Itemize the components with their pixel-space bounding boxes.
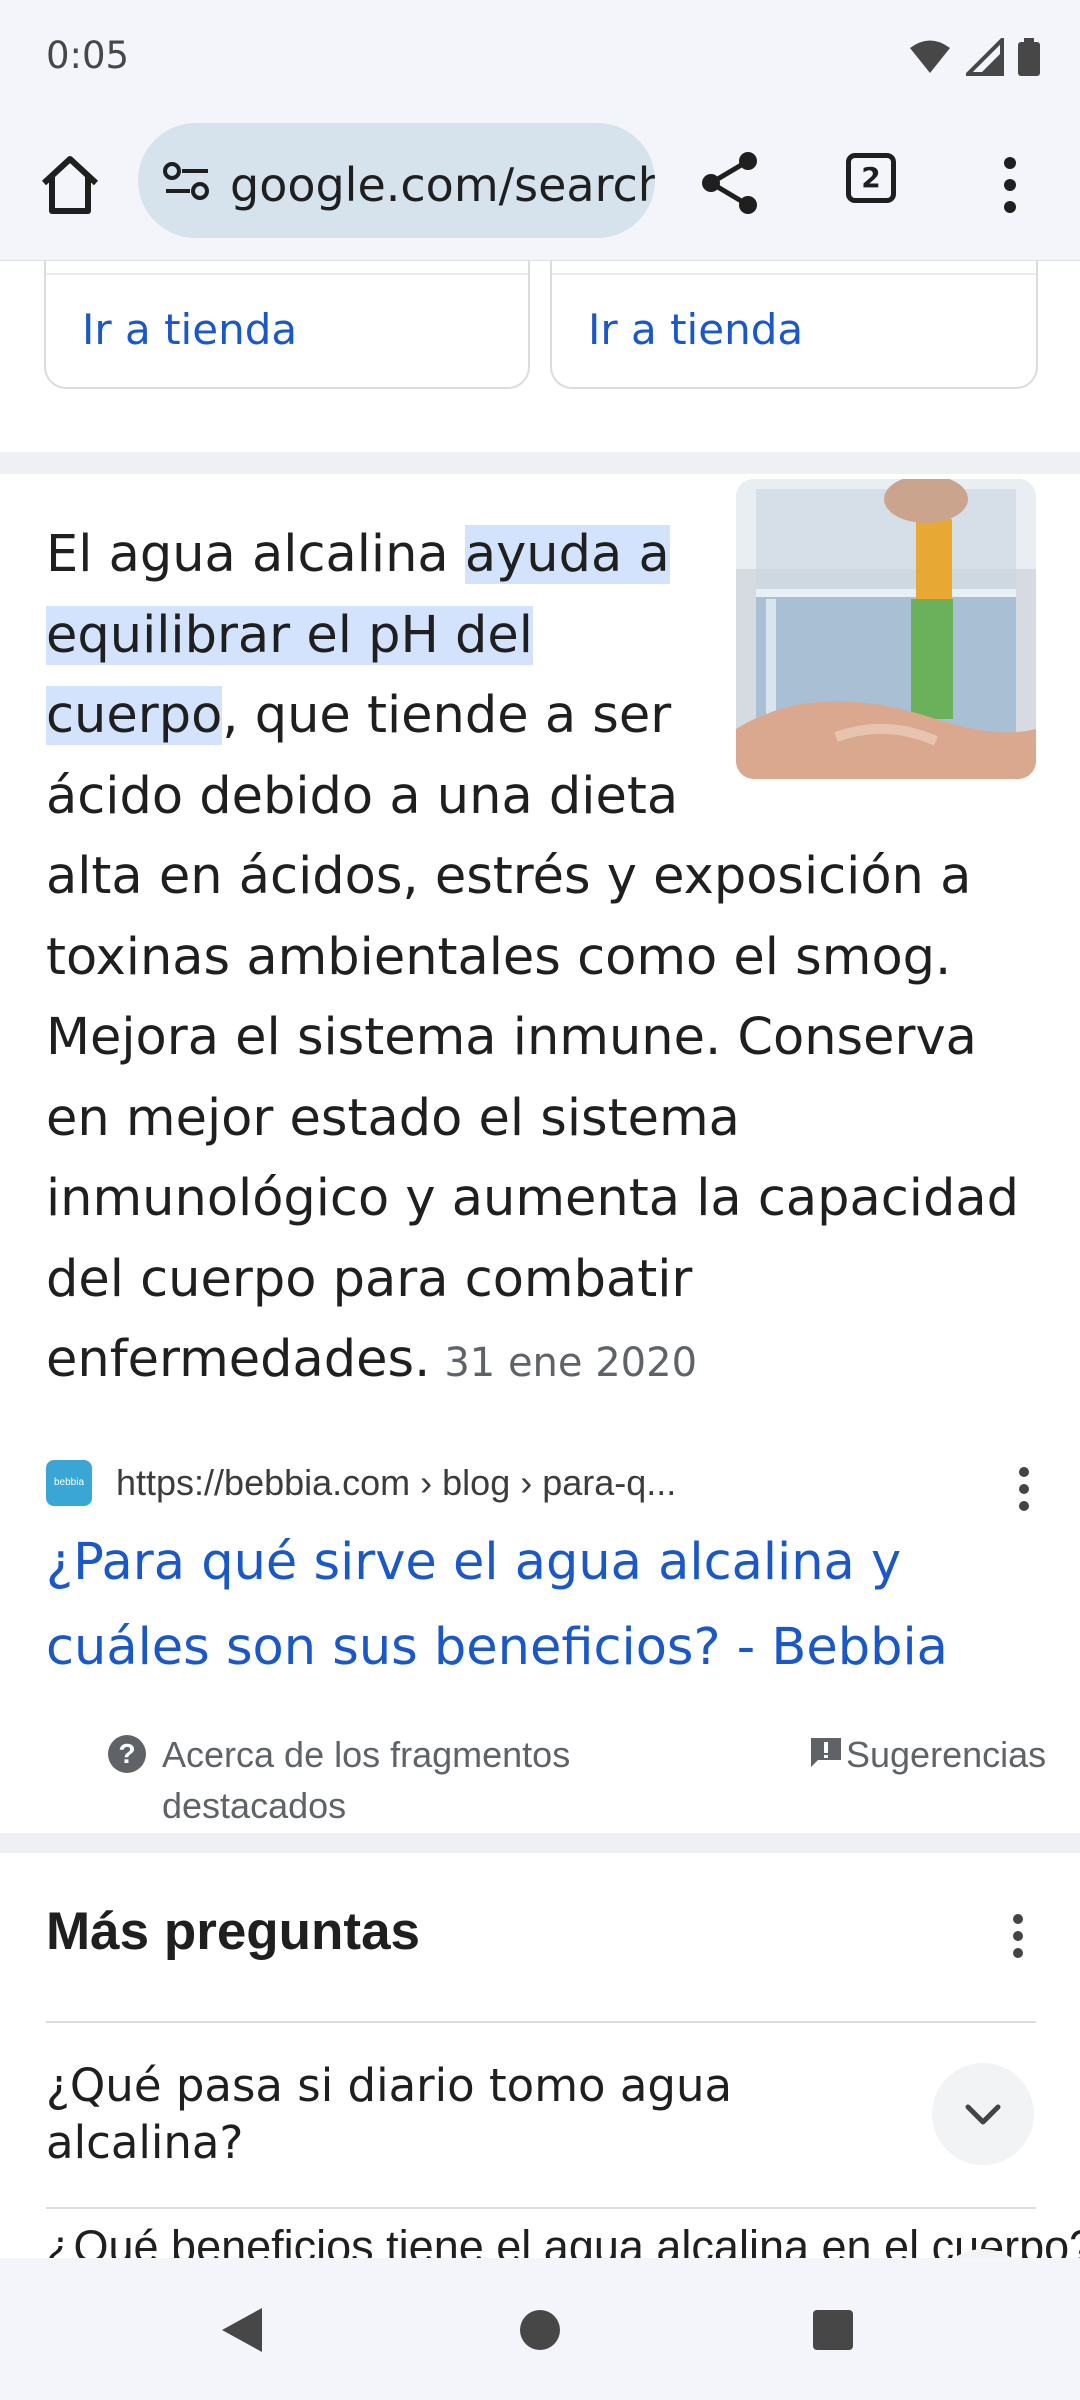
shop-card[interactable]: Ir a tienda: [550, 261, 1038, 389]
wifi-icon: [910, 40, 950, 73]
question-item[interactable]: ¿Qué beneficios tiene el agua alcalina e…: [46, 2221, 1080, 2258]
divider: [46, 2021, 1036, 2023]
tab-switcher-icon[interactable]: 2: [846, 153, 896, 203]
site-favicon: bebbia: [46, 1460, 92, 1506]
share-icon[interactable]: [700, 151, 760, 215]
card-divider: [552, 273, 1036, 275]
card-divider: [46, 273, 528, 275]
snippet-footer: ? Acerca de los fragmentos destacados Su…: [0, 1734, 1080, 1835]
system-nav-bar: [0, 2258, 1080, 2400]
question-item[interactable]: ¿Qué pasa si diario tomo agua alcalina?: [46, 2057, 826, 2171]
go-to-store-link[interactable]: Ir a tienda: [82, 305, 297, 354]
featured-snippet: El agua alcalina ayuda a equilibrar el p…: [46, 479, 1036, 1404]
more-vert-icon[interactable]: [1014, 1464, 1034, 1514]
search-results: Ir a tienda Ir a tienda El agua alcalina…: [0, 261, 1080, 2258]
snippet-lead: El agua alcalina: [46, 525, 465, 584]
divider: [46, 2207, 1036, 2209]
nav-back-icon[interactable]: [220, 2306, 264, 2354]
address-bar[interactable]: google.com/search: [138, 123, 655, 238]
water-glass-image: [736, 479, 1036, 779]
feedback-label: Sugerencias: [846, 1734, 1047, 1775]
nav-recents-icon[interactable]: [813, 2310, 853, 2350]
status-bar: 0:05: [0, 0, 1080, 115]
help-icon[interactable]: ?: [108, 1735, 146, 1773]
chevron-down-icon: [965, 2104, 1001, 2125]
shop-card[interactable]: Ir a tienda: [44, 261, 530, 389]
snippet-date: 31 ene 2020: [444, 1340, 698, 1386]
feedback-icon: [811, 1738, 841, 1767]
site-settings-icon[interactable]: [162, 161, 212, 201]
status-icons: [908, 38, 1040, 76]
feedback-button[interactable]: Sugerencias: [808, 1729, 1046, 1780]
nav-home-icon[interactable]: [520, 2310, 560, 2350]
url-text: google.com/search: [230, 158, 655, 212]
more-vert-icon[interactable]: [990, 155, 1030, 215]
home-icon[interactable]: [36, 151, 104, 219]
result-title-link[interactable]: ¿Para qué sirve el agua alcalina y cuále…: [46, 1520, 1036, 1690]
source-url[interactable]: https://bebbia.com › blog › para-q...: [116, 1462, 676, 1504]
tab-count: 2: [861, 161, 881, 194]
expand-button[interactable]: [932, 2063, 1034, 2165]
snippet-image[interactable]: [736, 479, 1036, 779]
section-separator: [0, 1833, 1080, 1853]
go-to-store-link[interactable]: Ir a tienda: [588, 305, 803, 354]
status-time: 0:05: [46, 34, 130, 77]
battery-icon: [1018, 38, 1040, 76]
browser-toolbar: google.com/search 2: [0, 115, 1080, 261]
signal-icon: [966, 38, 1004, 76]
section-separator: [0, 452, 1080, 474]
more-vert-icon[interactable]: [1008, 1911, 1028, 1961]
snippet-body: , que tiende a ser ácido debido a una di…: [46, 686, 1019, 1389]
about-snippets-link[interactable]: Acerca de los fragmentos destacados: [162, 1729, 622, 1831]
more-questions-title: Más preguntas: [46, 1902, 421, 1961]
